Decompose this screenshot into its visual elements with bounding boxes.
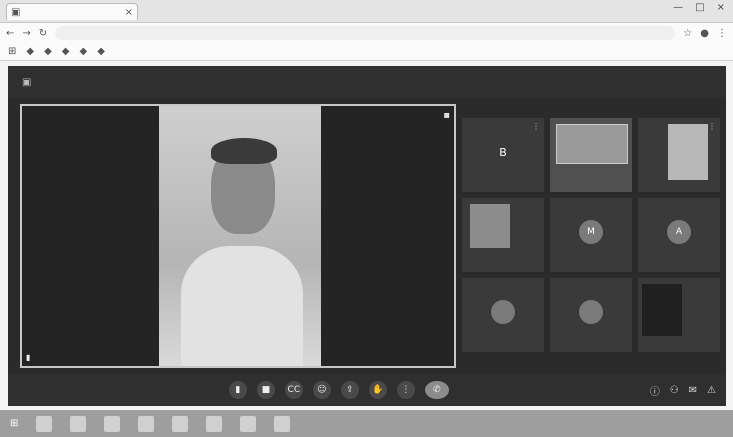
taskbar-app-icon[interactable] (206, 415, 223, 432)
meeting-control-bar: ▮ ■ CC ☺ ⇪ ✋ ⋮ ✆ ⓘ ⚇ ✉ ⚠ (8, 374, 726, 406)
taskbar-app-icon[interactable] (36, 415, 53, 432)
avatar: M (579, 220, 603, 244)
main-speaker-label: ▮ (26, 353, 33, 362)
reload-icon[interactable]: ↻ (39, 28, 47, 39)
bookmarks-bar: ⊞ ◆ ◆ ◆ ◆ ◆ (0, 43, 733, 61)
captions-button[interactable]: CC (284, 381, 303, 399)
participant-grid: ⋮ B ⋮ M A (462, 118, 720, 376)
mic-off-icon: ⋮ (532, 122, 540, 131)
bookmark-icon[interactable]: ◆ (62, 46, 70, 57)
camera-feed (159, 106, 321, 366)
participant-tile[interactable] (462, 278, 544, 352)
video-thumb (668, 124, 708, 180)
end-call-button[interactable]: ✆ (424, 381, 449, 399)
forward-icon[interactable]: → (22, 28, 30, 39)
participant-tile[interactable]: M (550, 198, 632, 272)
pin-icon[interactable]: ▪ (443, 110, 450, 121)
activities-icon[interactable]: ⚠ (707, 385, 716, 396)
bookmark-icon[interactable]: ◆ (44, 46, 52, 57)
meeting-header: ▣ (8, 66, 726, 98)
close-icon[interactable]: × (125, 7, 133, 18)
mic-off-icon: ⋮ (708, 122, 716, 131)
os-taskbar: ⊞ (0, 410, 733, 437)
participant-tile[interactable] (462, 198, 544, 272)
participant-tile[interactable]: A (638, 198, 720, 272)
taskbar-app-icon[interactable] (172, 415, 189, 432)
profile-icon[interactable]: ● (700, 28, 709, 39)
person-hair (211, 138, 277, 164)
meet-logo-icon: ▣ (22, 76, 32, 88)
person-body (181, 246, 303, 366)
taskbar-app-icon[interactable] (274, 415, 291, 432)
meet-icon: ▣ (11, 6, 21, 18)
maximize-icon[interactable]: □ (695, 2, 704, 13)
video-thumb (642, 284, 682, 336)
chat-icon[interactable]: ✉ (689, 385, 697, 396)
bookmark-icon[interactable]: ◆ (26, 46, 34, 57)
window-controls: — □ × (673, 2, 725, 13)
bookmark-icon[interactable]: ◆ (80, 46, 88, 57)
present-button[interactable]: ⇪ (340, 381, 359, 399)
info-icon[interactable]: ⓘ (650, 383, 660, 398)
participant-tile[interactable] (550, 118, 632, 192)
taskbar-app-icon[interactable] (104, 415, 121, 432)
avatar: A (667, 220, 691, 244)
avatar (579, 300, 603, 324)
participant-tile[interactable] (638, 278, 720, 352)
avatar (491, 300, 515, 324)
apps-icon[interactable]: ⊞ (8, 46, 16, 57)
taskbar-app-icon[interactable] (70, 415, 87, 432)
raise-hand-button[interactable]: ✋ (368, 381, 387, 399)
emoji-button[interactable]: ☺ (312, 381, 331, 399)
mic-button[interactable]: ▮ (228, 381, 247, 399)
browser-tab-bar: ▣ × — □ × (0, 0, 733, 23)
mic-icon: ▮ (26, 353, 31, 362)
video-thumb (470, 204, 510, 248)
people-icon[interactable]: ⚇ (670, 385, 679, 396)
taskbar-app-icon[interactable] (138, 415, 155, 432)
start-icon[interactable]: ⊞ (10, 418, 18, 429)
bookmark-icon[interactable]: ◆ (97, 46, 105, 57)
browser-tab[interactable]: ▣ × (6, 3, 138, 20)
star-icon[interactable]: ☆ (683, 28, 692, 39)
camera-button[interactable]: ■ (256, 381, 275, 399)
minimize-icon[interactable]: — (673, 2, 683, 13)
back-icon[interactable]: ← (6, 28, 14, 39)
participant-tile[interactable] (550, 278, 632, 352)
participant-tile[interactable]: ⋮ B (462, 118, 544, 192)
address-bar-row: ← → ↻ ☆ ● ⋮ (0, 23, 733, 43)
participant-tile[interactable]: ⋮ (638, 118, 720, 192)
shared-screen-thumb (556, 124, 628, 164)
menu-icon[interactable]: ⋮ (717, 28, 727, 39)
more-options-button[interactable]: ⋮ (396, 381, 415, 399)
close-icon[interactable]: × (717, 2, 725, 13)
main-video-tile[interactable]: ▪ ▮ (20, 104, 456, 368)
url-field[interactable] (55, 26, 676, 40)
avatar: B (499, 145, 507, 159)
taskbar-app-icon[interactable] (240, 415, 257, 432)
